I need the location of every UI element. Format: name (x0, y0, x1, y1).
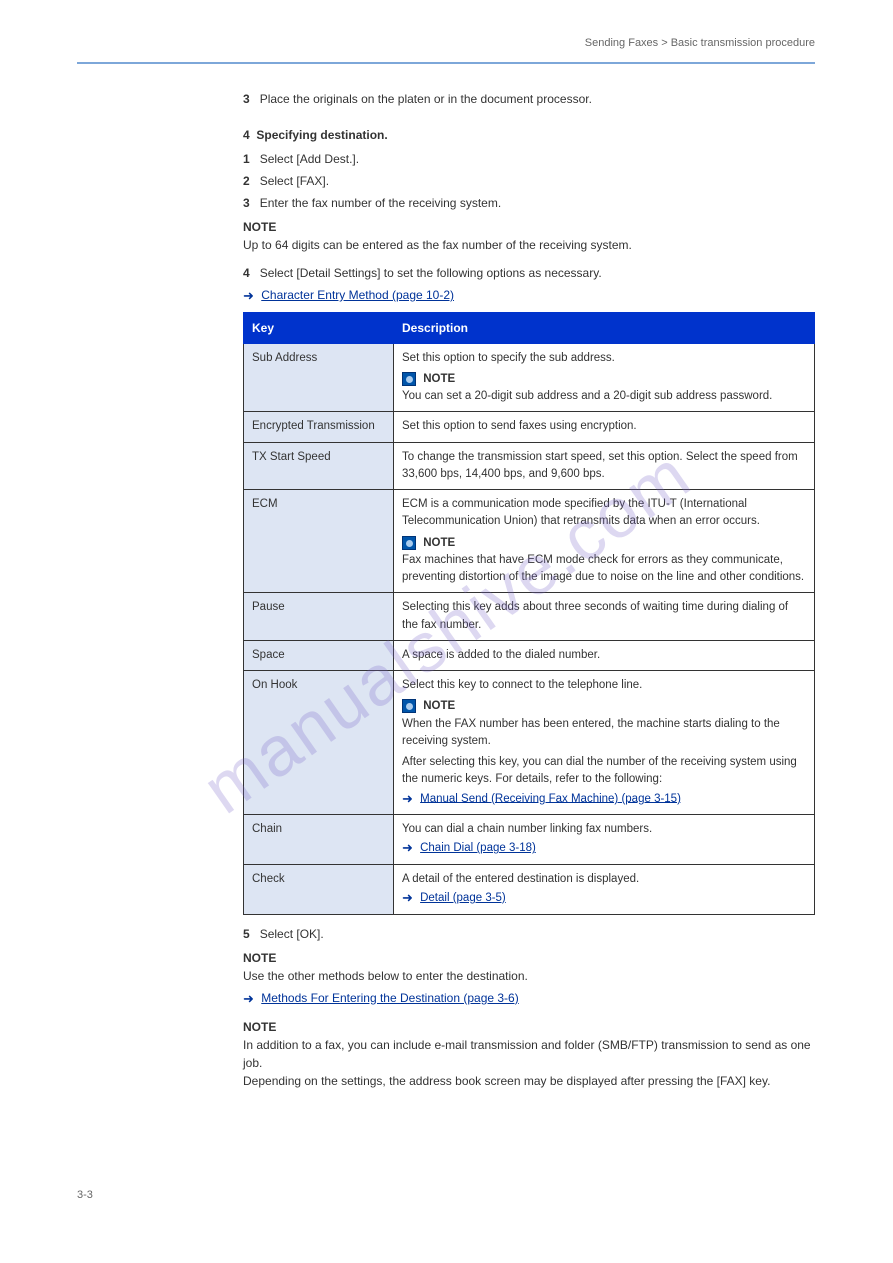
link-text: Methods For Entering the Destination (pa… (261, 991, 518, 1005)
step-3-text: Place the originals on the platen or in … (260, 92, 592, 106)
row-extra: After selecting this key, you can dial t… (402, 754, 806, 789)
table-row: On Hook Select this key to connect to th… (244, 671, 815, 815)
note-label: NOTE (243, 218, 815, 236)
row-desc-text: A detail of the entered destination is d… (402, 871, 806, 888)
step-4-sub1: 1 Select [Add Dest.]. (243, 150, 815, 168)
row-note: NOTE (402, 535, 806, 552)
header-divider (77, 62, 815, 64)
table-row: Check A detail of the entered destinatio… (244, 864, 815, 914)
step-4-sub2-text: Select [FAX]. (260, 174, 329, 188)
step-4-num: 4 (243, 128, 250, 142)
row-link[interactable]: ➜ Chain Dial (page 3-18) (402, 838, 806, 858)
step-4-header: 4 Specifying destination. (243, 126, 815, 144)
step-3: 3 Place the originals on the platen or i… (243, 90, 815, 108)
link-methods[interactable]: ➜ Methods For Entering the Destination (… (243, 989, 815, 1009)
note-text-line2: Depending on the settings, the address b… (243, 1072, 815, 1090)
row-key: Encrypted Transmission (244, 412, 394, 442)
row-link[interactable]: ➜ Manual Send (Receiving Fax Machine) (p… (402, 789, 806, 809)
table-row: Sub Address Set this option to specify t… (244, 343, 815, 412)
arrow-icon: ➜ (402, 838, 413, 858)
row-key: Pause (244, 593, 394, 641)
step-5-note2: NOTE In addition to a fax, you can inclu… (243, 1018, 815, 1090)
header-breadcrumb: Sending Faxes > Basic transmission proce… (585, 35, 815, 52)
arrow-icon: ➜ (402, 888, 413, 908)
note-label: NOTE (243, 949, 815, 967)
row-key: Space (244, 640, 394, 670)
page-number: 3-3 (77, 1187, 93, 1204)
step-4-sub3: 3 Enter the fax number of the receiving … (243, 194, 815, 212)
step-4-note: NOTE Up to 64 digits can be entered as t… (243, 218, 815, 254)
note-icon (402, 372, 416, 386)
step-4-sub3-text: Enter the fax number of the receiving sy… (260, 196, 501, 210)
row-desc: A space is added to the dialed number. (394, 640, 815, 670)
row-desc-text: You can dial a chain number linking fax … (402, 821, 806, 838)
row-key: Sub Address (244, 343, 394, 412)
step-4-sub2-num: 2 (243, 174, 250, 188)
row-key: On Hook (244, 671, 394, 815)
step-5-note1: NOTE Use the other methods below to ente… (243, 949, 815, 985)
step-4-title: Specifying destination. (256, 128, 387, 142)
link-text: Manual Send (Receiving Fax Machine) (pag… (420, 792, 681, 804)
arrow-icon: ➜ (402, 789, 413, 809)
row-desc: ECM is a communication mode specified by… (394, 490, 815, 593)
arrow-icon: ➜ (243, 989, 254, 1009)
step-4-sub1-num: 1 (243, 152, 250, 166)
table-row: ECM ECM is a communication mode specifie… (244, 490, 815, 593)
row-link[interactable]: ➜ Detail (page 3-5) (402, 888, 806, 908)
note-text: Up to 64 digits can be entered as the fa… (243, 236, 815, 254)
row-note-body: You can set a 20-digit sub address and a… (402, 388, 806, 405)
row-desc: A detail of the entered destination is d… (394, 864, 815, 914)
table-row: Pause Selecting this key adds about thre… (244, 593, 815, 641)
th-key: Key (244, 312, 394, 343)
step-3-num: 3 (243, 92, 250, 106)
step-4-sub4: 4 Select [Detail Settings] to set the fo… (243, 264, 815, 282)
link-text: Detail (page 3-5) (420, 892, 506, 904)
row-note-body: Fax machines that have ECM mode check fo… (402, 552, 806, 587)
table-row: Space A space is added to the dialed num… (244, 640, 815, 670)
step-5-text: Select [OK]. (260, 927, 324, 941)
link-text: Character Entry Method (page 10-2) (261, 288, 454, 302)
note-text: Use the other methods below to enter the… (243, 967, 815, 985)
table-row: TX Start Speed To change the transmissio… (244, 442, 815, 490)
step-4-sub4-num: 4 (243, 266, 250, 280)
row-desc: Set this option to specify the sub addre… (394, 343, 815, 412)
note-label: NOTE (243, 1018, 815, 1036)
row-key: TX Start Speed (244, 442, 394, 490)
detail-settings-table: Key Description Sub Address Set this opt… (243, 312, 815, 915)
step-5: 5 Select [OK]. (243, 925, 815, 943)
step-4-sub4-text: Select [Detail Settings] to set the foll… (260, 266, 602, 280)
note-icon (402, 699, 416, 713)
note-text-line1: In addition to a fax, you can include e-… (243, 1036, 815, 1072)
th-desc: Description (394, 312, 815, 343)
note-prefix: NOTE (423, 537, 455, 549)
row-desc: Set this option to send faxes using encr… (394, 412, 815, 442)
row-desc-text: Set this option to specify the sub addre… (402, 350, 806, 367)
table-row: Encrypted Transmission Set this option t… (244, 412, 815, 442)
step-4-sub2: 2 Select [FAX]. (243, 172, 815, 190)
row-key: Chain (244, 815, 394, 865)
step-5-num: 5 (243, 927, 250, 941)
row-note-body: When the FAX number has been entered, th… (402, 716, 806, 751)
table-row: Chain You can dial a chain number linkin… (244, 815, 815, 865)
row-key: ECM (244, 490, 394, 593)
step-4-sub1-text: Select [Add Dest.]. (260, 152, 359, 166)
link-text: Chain Dial (page 3-18) (420, 842, 536, 854)
note-icon (402, 536, 416, 550)
step-4-sub3-num: 3 (243, 196, 250, 210)
row-note: NOTE (402, 371, 806, 388)
row-desc: You can dial a chain number linking fax … (394, 815, 815, 865)
note-prefix: NOTE (423, 373, 455, 385)
row-desc: Select this key to connect to the teleph… (394, 671, 815, 815)
row-desc: Selecting this key adds about three seco… (394, 593, 815, 641)
row-desc-text: Select this key to connect to the teleph… (402, 677, 806, 694)
row-key: Check (244, 864, 394, 914)
row-note: NOTE (402, 698, 806, 715)
arrow-icon: ➜ (243, 286, 254, 306)
note-prefix: NOTE (423, 700, 455, 712)
link-char-entry[interactable]: ➜ Character Entry Method (page 10-2) (243, 286, 815, 306)
row-desc-text: ECM is a communication mode specified by… (402, 496, 806, 531)
row-desc: To change the transmission start speed, … (394, 442, 815, 490)
main-content: 3 Place the originals on the platen or i… (243, 90, 815, 1094)
